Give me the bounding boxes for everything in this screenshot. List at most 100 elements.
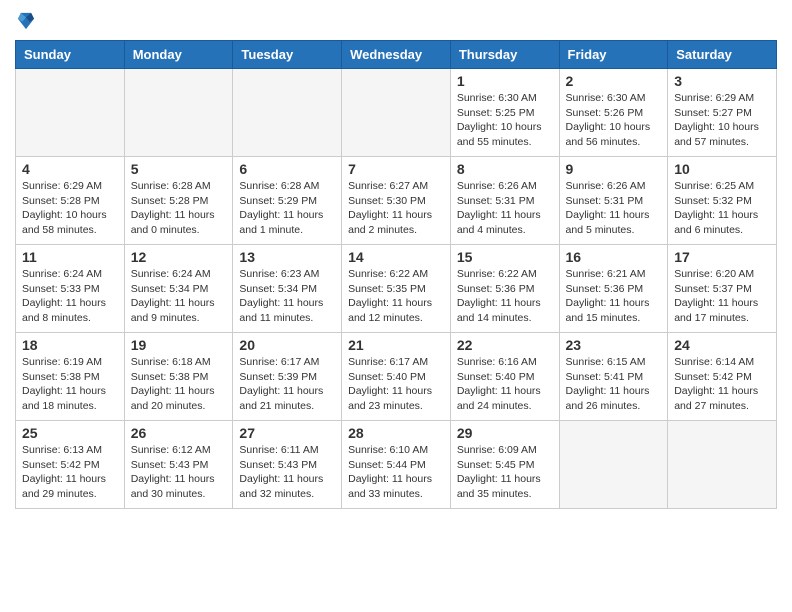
- col-header-friday: Friday: [559, 41, 668, 69]
- calendar-cell: [668, 421, 777, 509]
- day-number: 1: [457, 73, 553, 89]
- day-info: Sunrise: 6:20 AM Sunset: 5:37 PM Dayligh…: [674, 267, 770, 326]
- logo: [15, 10, 41, 32]
- calendar-cell: [342, 69, 451, 157]
- calendar-cell: 6 Sunrise: 6:28 AM Sunset: 5:29 PM Daylig…: [233, 157, 342, 245]
- day-info: Sunrise: 6:25 AM Sunset: 5:32 PM Dayligh…: [674, 179, 770, 238]
- day-number: 9: [566, 161, 662, 177]
- calendar-cell: 22 Sunrise: 6:16 AM Sunset: 5:40 PM Dayli…: [450, 333, 559, 421]
- day-number: 15: [457, 249, 553, 265]
- day-info: Sunrise: 6:21 AM Sunset: 5:36 PM Dayligh…: [566, 267, 662, 326]
- day-number: 23: [566, 337, 662, 353]
- calendar-cell: 18 Sunrise: 6:19 AM Sunset: 5:38 PM Dayli…: [16, 333, 125, 421]
- day-info: Sunrise: 6:29 AM Sunset: 5:28 PM Dayligh…: [22, 179, 118, 238]
- day-number: 21: [348, 337, 444, 353]
- calendar-cell: 27 Sunrise: 6:11 AM Sunset: 5:43 PM Dayli…: [233, 421, 342, 509]
- day-number: 25: [22, 425, 118, 441]
- calendar-cell: 9 Sunrise: 6:26 AM Sunset: 5:31 PM Daylig…: [559, 157, 668, 245]
- day-number: 4: [22, 161, 118, 177]
- col-header-tuesday: Tuesday: [233, 41, 342, 69]
- day-number: 20: [239, 337, 335, 353]
- calendar-header-row: SundayMondayTuesdayWednesdayThursdayFrid…: [16, 41, 777, 69]
- day-number: 3: [674, 73, 770, 89]
- day-number: 5: [131, 161, 227, 177]
- calendar-cell: 8 Sunrise: 6:26 AM Sunset: 5:31 PM Daylig…: [450, 157, 559, 245]
- calendar-cell: 13 Sunrise: 6:23 AM Sunset: 5:34 PM Dayli…: [233, 245, 342, 333]
- day-info: Sunrise: 6:19 AM Sunset: 5:38 PM Dayligh…: [22, 355, 118, 414]
- day-info: Sunrise: 6:28 AM Sunset: 5:28 PM Dayligh…: [131, 179, 227, 238]
- calendar-cell: 20 Sunrise: 6:17 AM Sunset: 5:39 PM Dayli…: [233, 333, 342, 421]
- day-info: Sunrise: 6:11 AM Sunset: 5:43 PM Dayligh…: [239, 443, 335, 502]
- calendar-cell: 5 Sunrise: 6:28 AM Sunset: 5:28 PM Daylig…: [124, 157, 233, 245]
- day-info: Sunrise: 6:29 AM Sunset: 5:27 PM Dayligh…: [674, 91, 770, 150]
- calendar-cell: 2 Sunrise: 6:30 AM Sunset: 5:26 PM Daylig…: [559, 69, 668, 157]
- day-info: Sunrise: 6:24 AM Sunset: 5:34 PM Dayligh…: [131, 267, 227, 326]
- day-number: 14: [348, 249, 444, 265]
- calendar-cell: 14Sunrise: 6:22 AM Sunset: 5:35 PM Dayli…: [342, 245, 451, 333]
- day-info: Sunrise: 6:10 AM Sunset: 5:44 PM Dayligh…: [348, 443, 444, 502]
- calendar-cell: 25 Sunrise: 6:13 AM Sunset: 5:42 PM Dayli…: [16, 421, 125, 509]
- day-info: Sunrise: 6:28 AM Sunset: 5:29 PM Dayligh…: [239, 179, 335, 238]
- calendar-cell: 21 Sunrise: 6:17 AM Sunset: 5:40 PM Dayli…: [342, 333, 451, 421]
- day-info: Sunrise: 6:15 AM Sunset: 5:41 PM Dayligh…: [566, 355, 662, 414]
- week-row-1: 1 Sunrise: 6:30 AM Sunset: 5:25 PM Daylig…: [16, 69, 777, 157]
- day-info: Sunrise: 6:30 AM Sunset: 5:26 PM Dayligh…: [566, 91, 662, 150]
- day-number: 11: [22, 249, 118, 265]
- day-info: Sunrise: 6:30 AM Sunset: 5:25 PM Dayligh…: [457, 91, 553, 150]
- day-info: Sunrise: 6:12 AM Sunset: 5:43 PM Dayligh…: [131, 443, 227, 502]
- day-number: 7: [348, 161, 444, 177]
- day-number: 29: [457, 425, 553, 441]
- calendar-cell: 29 Sunrise: 6:09 AM Sunset: 5:45 PM Dayli…: [450, 421, 559, 509]
- calendar-cell: 3 Sunrise: 6:29 AM Sunset: 5:27 PM Daylig…: [668, 69, 777, 157]
- calendar-cell: 19 Sunrise: 6:18 AM Sunset: 5:38 PM Dayli…: [124, 333, 233, 421]
- day-info: Sunrise: 6:22 AM Sunset: 5:36 PM Dayligh…: [457, 267, 553, 326]
- calendar-cell: [124, 69, 233, 157]
- day-number: 22: [457, 337, 553, 353]
- day-info: Sunrise: 6:09 AM Sunset: 5:45 PM Dayligh…: [457, 443, 553, 502]
- calendar-cell: 23 Sunrise: 6:15 AM Sunset: 5:41 PM Dayli…: [559, 333, 668, 421]
- calendar-cell: 15 Sunrise: 6:22 AM Sunset: 5:36 PM Dayli…: [450, 245, 559, 333]
- day-number: 8: [457, 161, 553, 177]
- page-header: [15, 10, 777, 32]
- day-info: Sunrise: 6:23 AM Sunset: 5:34 PM Dayligh…: [239, 267, 335, 326]
- calendar-cell: 12 Sunrise: 6:24 AM Sunset: 5:34 PM Dayli…: [124, 245, 233, 333]
- day-info: Sunrise: 6:26 AM Sunset: 5:31 PM Dayligh…: [457, 179, 553, 238]
- week-row-3: 11 Sunrise: 6:24 AM Sunset: 5:33 PM Dayli…: [16, 245, 777, 333]
- day-number: 19: [131, 337, 227, 353]
- day-number: 12: [131, 249, 227, 265]
- week-row-4: 18 Sunrise: 6:19 AM Sunset: 5:38 PM Dayli…: [16, 333, 777, 421]
- calendar-cell: 11 Sunrise: 6:24 AM Sunset: 5:33 PM Dayli…: [16, 245, 125, 333]
- calendar-table: SundayMondayTuesdayWednesdayThursdayFrid…: [15, 40, 777, 509]
- day-number: 28: [348, 425, 444, 441]
- calendar-cell: 16Sunrise: 6:21 AM Sunset: 5:36 PM Dayli…: [559, 245, 668, 333]
- calendar-cell: 10Sunrise: 6:25 AM Sunset: 5:32 PM Dayli…: [668, 157, 777, 245]
- calendar-cell: 17 Sunrise: 6:20 AM Sunset: 5:37 PM Dayli…: [668, 245, 777, 333]
- day-info: Sunrise: 6:16 AM Sunset: 5:40 PM Dayligh…: [457, 355, 553, 414]
- day-number: 27: [239, 425, 335, 441]
- generalblue-logo-icon: [15, 10, 37, 32]
- col-header-saturday: Saturday: [668, 41, 777, 69]
- day-info: Sunrise: 6:27 AM Sunset: 5:30 PM Dayligh…: [348, 179, 444, 238]
- day-number: 18: [22, 337, 118, 353]
- day-number: 6: [239, 161, 335, 177]
- day-number: 2: [566, 73, 662, 89]
- calendar-cell: 24Sunrise: 6:14 AM Sunset: 5:42 PM Dayli…: [668, 333, 777, 421]
- day-number: 26: [131, 425, 227, 441]
- col-header-wednesday: Wednesday: [342, 41, 451, 69]
- day-info: Sunrise: 6:17 AM Sunset: 5:40 PM Dayligh…: [348, 355, 444, 414]
- day-number: 13: [239, 249, 335, 265]
- day-info: Sunrise: 6:13 AM Sunset: 5:42 PM Dayligh…: [22, 443, 118, 502]
- day-info: Sunrise: 6:18 AM Sunset: 5:38 PM Dayligh…: [131, 355, 227, 414]
- calendar-cell: [233, 69, 342, 157]
- day-info: Sunrise: 6:17 AM Sunset: 5:39 PM Dayligh…: [239, 355, 335, 414]
- day-number: 17: [674, 249, 770, 265]
- day-info: Sunrise: 6:14 AM Sunset: 5:42 PM Dayligh…: [674, 355, 770, 414]
- col-header-monday: Monday: [124, 41, 233, 69]
- calendar-cell: 7 Sunrise: 6:27 AM Sunset: 5:30 PM Daylig…: [342, 157, 451, 245]
- calendar-cell: 28 Sunrise: 6:10 AM Sunset: 5:44 PM Dayli…: [342, 421, 451, 509]
- calendar-cell: 1 Sunrise: 6:30 AM Sunset: 5:25 PM Daylig…: [450, 69, 559, 157]
- calendar-cell: [559, 421, 668, 509]
- day-info: Sunrise: 6:26 AM Sunset: 5:31 PM Dayligh…: [566, 179, 662, 238]
- day-info: Sunrise: 6:24 AM Sunset: 5:33 PM Dayligh…: [22, 267, 118, 326]
- calendar-cell: 26 Sunrise: 6:12 AM Sunset: 5:43 PM Dayli…: [124, 421, 233, 509]
